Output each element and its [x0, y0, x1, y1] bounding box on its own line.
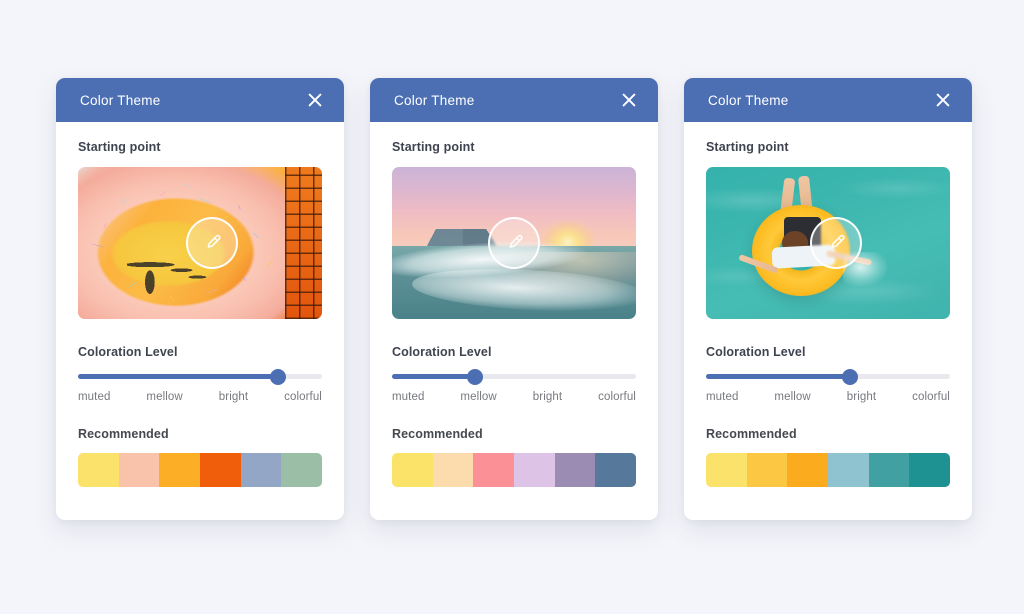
recommended-palette — [78, 453, 322, 487]
recommended-label: Recommended — [392, 427, 483, 441]
coloration-level-block: Coloration Level muted mellow bright col… — [78, 345, 322, 403]
palette-swatch-3[interactable] — [787, 453, 829, 487]
close-icon[interactable] — [932, 89, 954, 111]
palette-swatch-5[interactable] — [868, 453, 910, 487]
decorative-brick-edge — [285, 167, 322, 319]
palette-swatch-6[interactable] — [909, 453, 950, 487]
palette-swatch-3[interactable] — [473, 453, 515, 487]
card-title: Color Theme — [394, 92, 475, 108]
starting-point-preview[interactable] — [78, 167, 322, 319]
palette-swatch-6[interactable] — [281, 453, 322, 487]
slider-tick-muted[interactable]: muted — [706, 391, 738, 403]
slider-tick-labels: muted mellow bright colorful — [78, 391, 322, 403]
recommended-label: Recommended — [78, 427, 169, 441]
page-canvas: Color Theme Starting point Coloration Le… — [0, 0, 1024, 614]
slider-tick-colorful[interactable]: colorful — [284, 391, 322, 403]
coloration-level-block: Coloration Level muted mellow bright col… — [706, 345, 950, 403]
card-body: Starting point Coloration Level muted me… — [56, 122, 344, 507]
palette-swatch-4[interactable] — [200, 453, 241, 487]
coloration-level-label: Coloration Level — [78, 345, 178, 359]
coloration-slider[interactable] — [392, 368, 636, 385]
slider-tick-bright[interactable]: bright — [219, 391, 248, 403]
recommended-palette — [706, 453, 950, 487]
starting-point-label: Starting point — [392, 140, 475, 154]
slider-tick-bright[interactable]: bright — [847, 391, 876, 403]
slider-tick-muted[interactable]: muted — [392, 391, 424, 403]
color-theme-card: Color Theme Starting point Coloration Le… — [56, 78, 344, 520]
slider-tick-colorful[interactable]: colorful — [598, 391, 636, 403]
slider-tick-mellow[interactable]: mellow — [146, 391, 182, 403]
slider-thumb[interactable] — [270, 368, 287, 385]
slider-tick-mellow[interactable]: mellow — [460, 391, 496, 403]
recommended-palette — [392, 453, 636, 487]
eyedropper-picker[interactable] — [810, 217, 862, 269]
slider-fill — [392, 374, 475, 379]
coloration-slider[interactable] — [706, 368, 950, 385]
eyedropper-picker[interactable] — [186, 217, 238, 269]
slider-tick-labels: muted mellow bright colorful — [706, 391, 950, 403]
starting-point-preview[interactable] — [392, 167, 636, 319]
slider-fill — [706, 374, 850, 379]
card-header: Color Theme — [370, 78, 658, 122]
recommended-label: Recommended — [706, 427, 797, 441]
card-body: Starting point Coloration Level muted me… — [370, 122, 658, 507]
color-theme-card: Color Theme Starting point Coloration Le… — [370, 78, 658, 520]
card-title: Color Theme — [708, 92, 789, 108]
palette-swatch-1[interactable] — [706, 453, 747, 487]
palette-swatch-3[interactable] — [159, 453, 201, 487]
card-header: Color Theme — [684, 78, 972, 122]
starting-point-label: Starting point — [78, 140, 161, 154]
card-body: Starting point Coloration Level muted me… — [684, 122, 972, 507]
palette-swatch-4[interactable] — [514, 453, 555, 487]
coloration-level-block: Coloration Level muted mellow bright col… — [392, 345, 636, 403]
color-theme-card: Color Theme Starting point Coloration Le… — [684, 78, 972, 520]
starting-point-label: Starting point — [706, 140, 789, 154]
slider-fill — [78, 374, 279, 379]
palette-swatch-1[interactable] — [392, 453, 433, 487]
slider-tick-muted[interactable]: muted — [78, 391, 110, 403]
palette-swatch-6[interactable] — [595, 453, 636, 487]
close-icon[interactable] — [618, 89, 640, 111]
palette-swatch-2[interactable] — [118, 453, 160, 487]
starting-point-preview[interactable] — [706, 167, 950, 319]
slider-tick-labels: muted mellow bright colorful — [392, 391, 636, 403]
slider-thumb[interactable] — [466, 368, 483, 385]
slider-thumb[interactable] — [841, 368, 858, 385]
recommended-block: Recommended — [78, 427, 322, 487]
slider-tick-mellow[interactable]: mellow — [774, 391, 810, 403]
slider-tick-bright[interactable]: bright — [533, 391, 562, 403]
coloration-slider[interactable] — [78, 368, 322, 385]
palette-swatch-5[interactable] — [554, 453, 596, 487]
coloration-level-label: Coloration Level — [706, 345, 806, 359]
palette-swatch-2[interactable] — [746, 453, 788, 487]
palette-swatch-2[interactable] — [432, 453, 474, 487]
palette-swatch-1[interactable] — [78, 453, 119, 487]
palette-swatch-5[interactable] — [240, 453, 282, 487]
palette-swatch-4[interactable] — [828, 453, 869, 487]
eyedropper-picker[interactable] — [488, 217, 540, 269]
card-header: Color Theme — [56, 78, 344, 122]
close-icon[interactable] — [304, 89, 326, 111]
slider-tick-colorful[interactable]: colorful — [912, 391, 950, 403]
card-title: Color Theme — [80, 92, 161, 108]
recommended-block: Recommended — [392, 427, 636, 487]
coloration-level-label: Coloration Level — [392, 345, 492, 359]
recommended-block: Recommended — [706, 427, 950, 487]
